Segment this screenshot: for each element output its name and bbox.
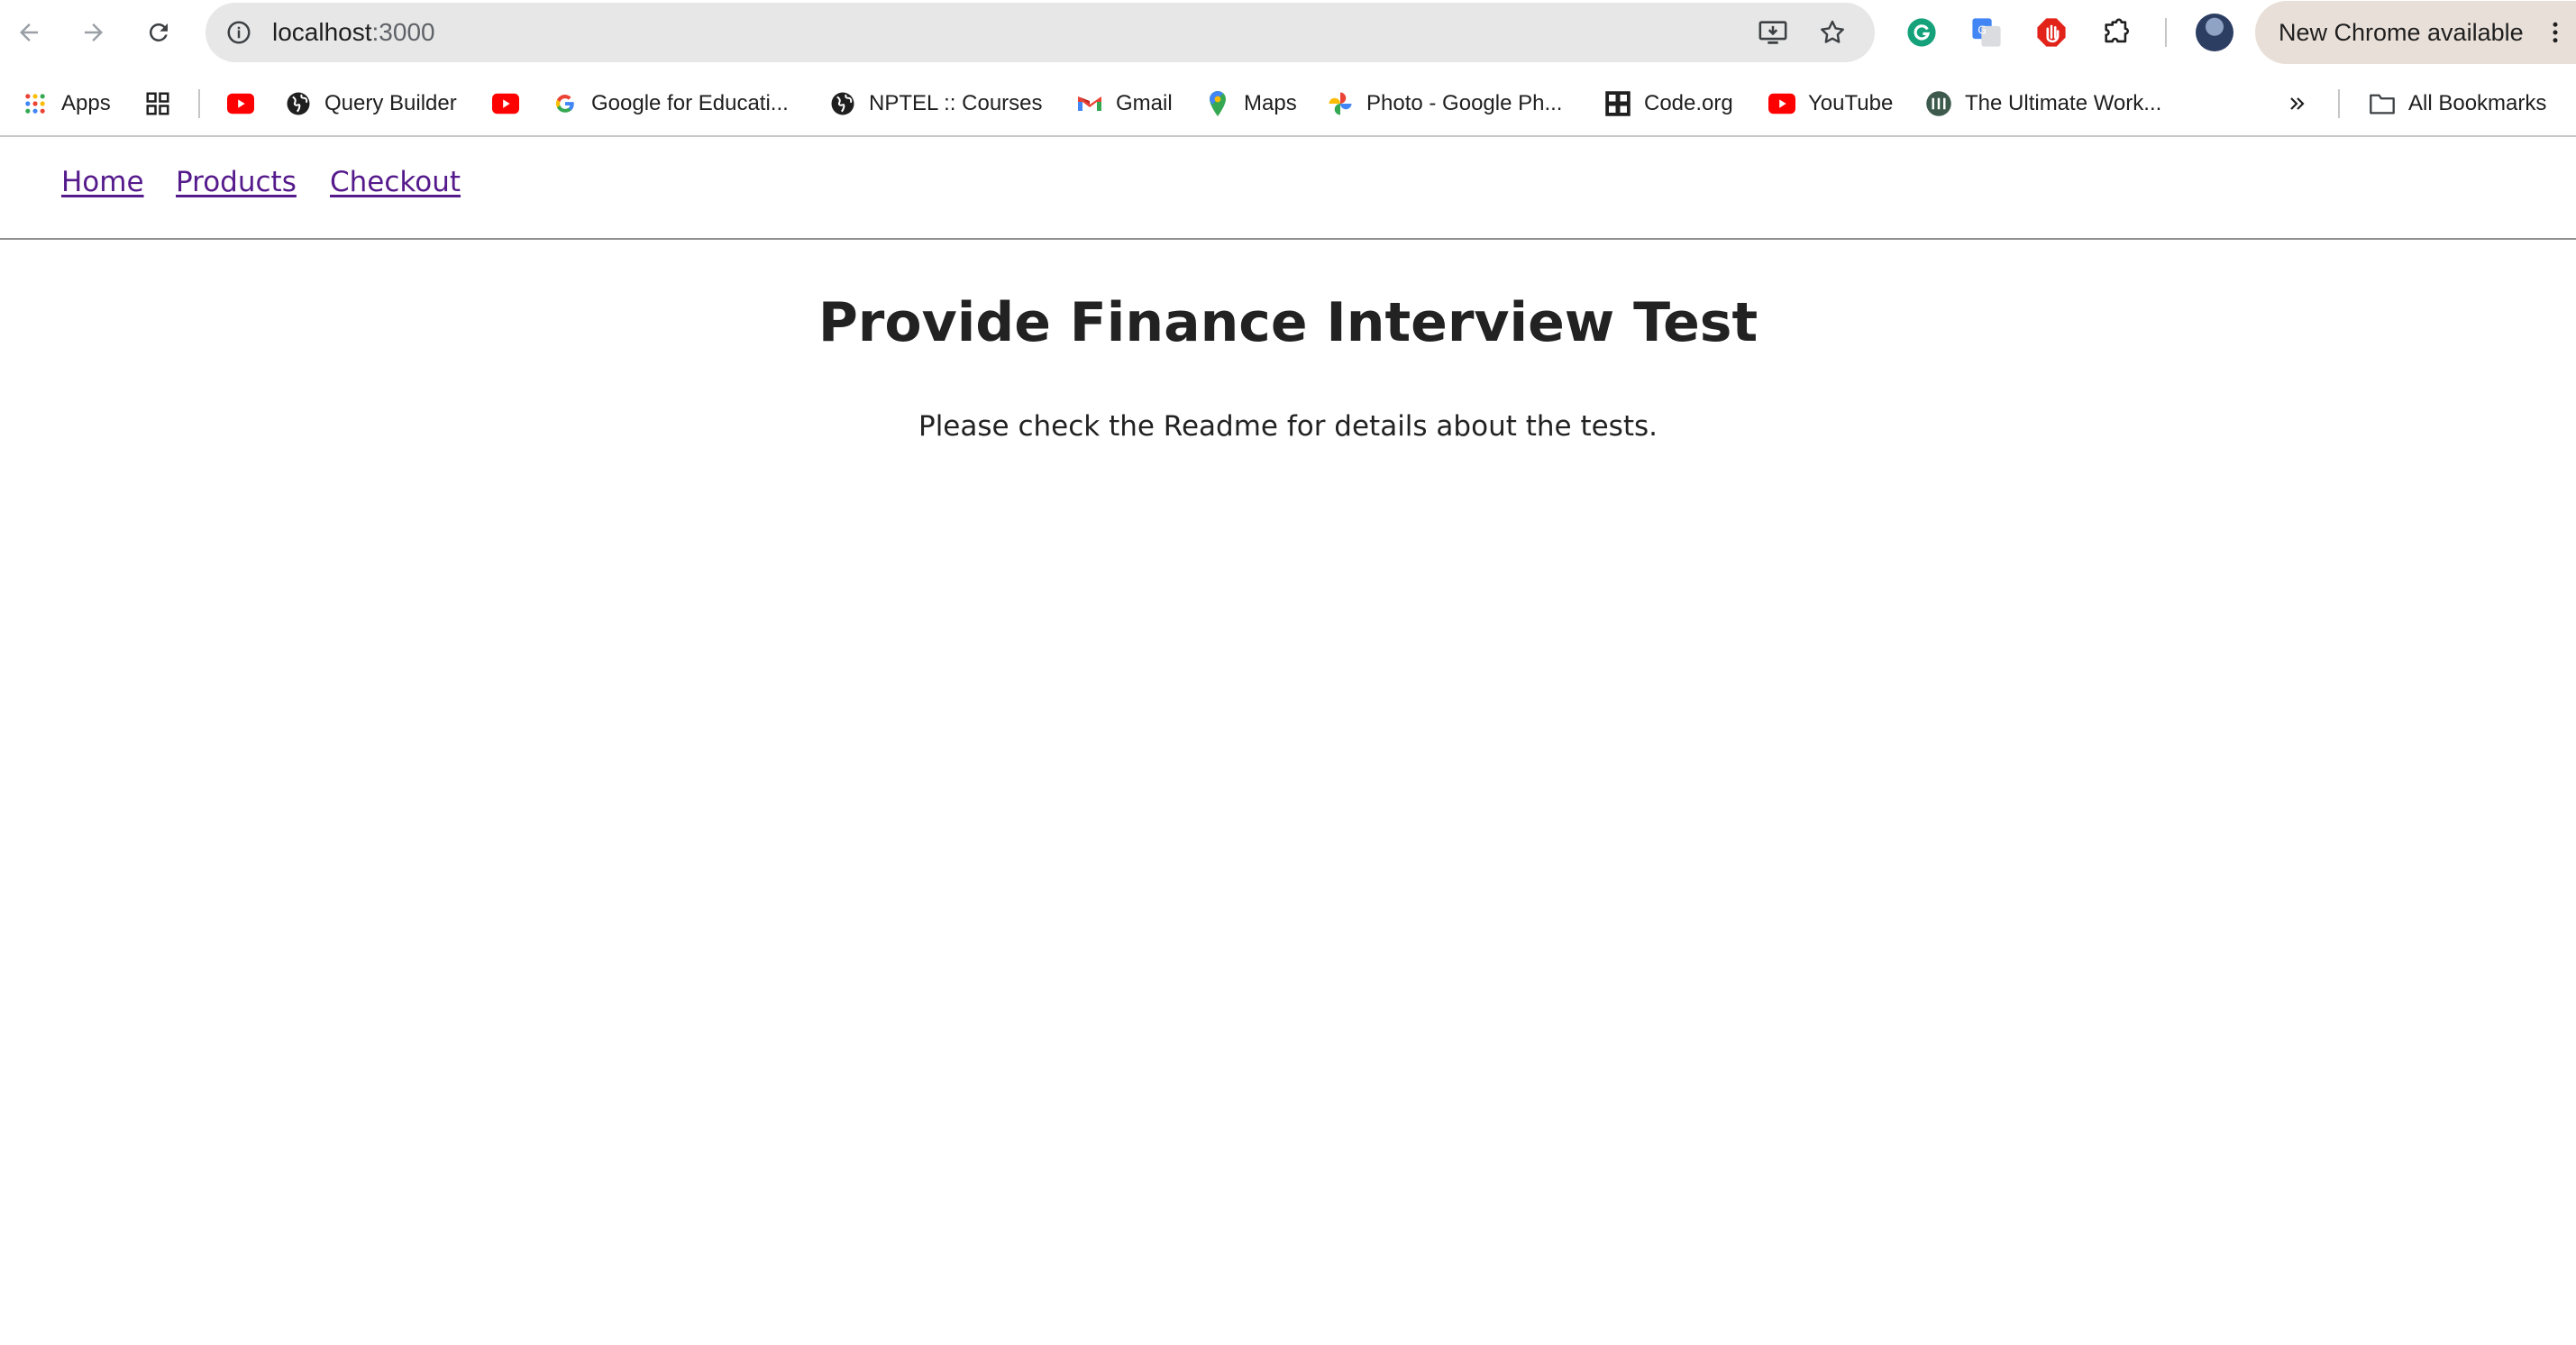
url-host: localhost (272, 18, 372, 46)
bookmark-code-org[interactable]: Code.org (1604, 76, 1733, 132)
update-chrome-label: New Chrome available (2279, 19, 2524, 46)
tab-groups-icon (144, 90, 171, 117)
globe-icon (285, 90, 312, 117)
chrome-menu-button[interactable] (2536, 14, 2574, 51)
bookmark-label: Apps (61, 91, 111, 115)
bookmark-label: Photo - Google Ph... (1366, 91, 1563, 115)
url-port: :3000 (371, 18, 435, 46)
google-photos-icon (1327, 90, 1354, 117)
double-chevron-right-icon (2284, 90, 2311, 117)
bookmark-ultimate-work[interactable]: The Ultimate Work... (1925, 76, 2161, 132)
bookmarks-bar: Apps Query Builder Google for Educati...… (0, 76, 2576, 132)
bookmark-apps[interactable]: Apps (22, 76, 111, 132)
bookmarks-divider (2338, 89, 2340, 118)
site-nav: Home Products Checkout (0, 137, 2576, 238)
puzzle-piece-icon (2105, 18, 2129, 43)
update-chrome-button[interactable]: New Chrome available (2255, 1, 2576, 64)
adblock-hand-icon (2037, 18, 2066, 47)
bookmark-youtube-1[interactable] (227, 76, 267, 132)
star-icon (1821, 20, 1844, 43)
bookmarks-divider (198, 89, 200, 118)
folder-icon (2369, 90, 2396, 117)
arrow-right-icon (85, 23, 103, 41)
google-icon (552, 90, 579, 117)
url-text[interactable]: localhost:3000 (272, 3, 435, 62)
bookmark-star-button[interactable] (1813, 14, 1851, 51)
bookmark-youtube-2[interactable] (492, 76, 532, 132)
profile-avatar[interactable] (2196, 14, 2233, 51)
bookmark-gmail[interactable]: Gmail (1076, 76, 1173, 132)
back-button[interactable] (7, 11, 50, 54)
translate-extension-button[interactable]: G (1965, 11, 2008, 54)
svg-text:G: G (1978, 23, 1987, 37)
bookmark-maps[interactable]: Maps (1204, 76, 1297, 132)
nav-link-products[interactable]: Products (176, 166, 297, 198)
grammarly-icon (1907, 18, 1936, 47)
google-translate-icon: G (1972, 18, 2001, 47)
install-app-button[interactable] (1754, 14, 1792, 51)
bookmark-youtube-3[interactable]: YouTube (1768, 76, 1893, 132)
all-bookmarks-button[interactable]: All Bookmarks (2369, 76, 2546, 132)
info-icon (227, 21, 251, 44)
bookmark-tab-groups[interactable] (144, 76, 184, 132)
gmail-icon (1076, 90, 1103, 117)
toolbar-divider (2165, 18, 2167, 47)
globe-icon (829, 90, 856, 117)
nav-link-checkout[interactable]: Checkout (330, 166, 461, 198)
bookmark-query-builder[interactable]: Query Builder (285, 76, 457, 132)
site-info-button[interactable] (220, 14, 258, 51)
install-app-icon (1758, 21, 1787, 44)
arrow-left-icon (20, 23, 38, 41)
bookmark-label: Google for Educati... (591, 91, 789, 115)
reload-icon (149, 23, 168, 41)
maps-pin-icon (1204, 90, 1231, 117)
nav-link-home[interactable]: Home (61, 166, 144, 198)
bookmark-label: Code.org (1644, 91, 1733, 115)
youtube-icon (227, 90, 254, 117)
bookmark-label: YouTube (1808, 91, 1894, 115)
bookmark-label: NPTEL :: Courses (869, 91, 1043, 115)
nav-divider (0, 238, 2576, 240)
more-bookmarks-button[interactable] (2284, 76, 2324, 132)
site-logo-icon (1925, 90, 1952, 117)
apps-grid-icon (22, 90, 49, 117)
adblock-extension-button[interactable] (2030, 11, 2073, 54)
bookmark-label: Maps (1244, 91, 1297, 115)
reload-button[interactable] (137, 11, 180, 54)
bookmark-google-photos[interactable]: Photo - Google Ph... (1327, 76, 1562, 132)
address-bar[interactable]: localhost:3000 (206, 3, 1875, 62)
page-title: Provide Finance Interview Test (818, 291, 1758, 354)
browser-toolbar: localhost:3000 G New Chrome available (0, 0, 2576, 65)
bookmark-label: Gmail (1116, 91, 1173, 115)
bookmark-label: Query Builder (324, 91, 457, 115)
youtube-icon (492, 90, 519, 117)
extensions-button[interactable] (2095, 11, 2138, 54)
forward-button[interactable] (72, 11, 115, 54)
bookmark-google-education[interactable]: Google for Educati... (552, 76, 789, 132)
grammarly-extension-button[interactable] (1900, 11, 1943, 54)
bookmark-label: All Bookmarks (2408, 91, 2547, 115)
more-vert-icon (2553, 22, 2558, 43)
page-description: Please check the Readme for details abou… (918, 410, 1658, 443)
code-org-icon (1604, 90, 1631, 117)
bookmark-nptel[interactable]: NPTEL :: Courses (829, 76, 1043, 132)
bookmark-label: The Ultimate Work... (1965, 91, 2162, 115)
youtube-icon (1768, 90, 1795, 117)
